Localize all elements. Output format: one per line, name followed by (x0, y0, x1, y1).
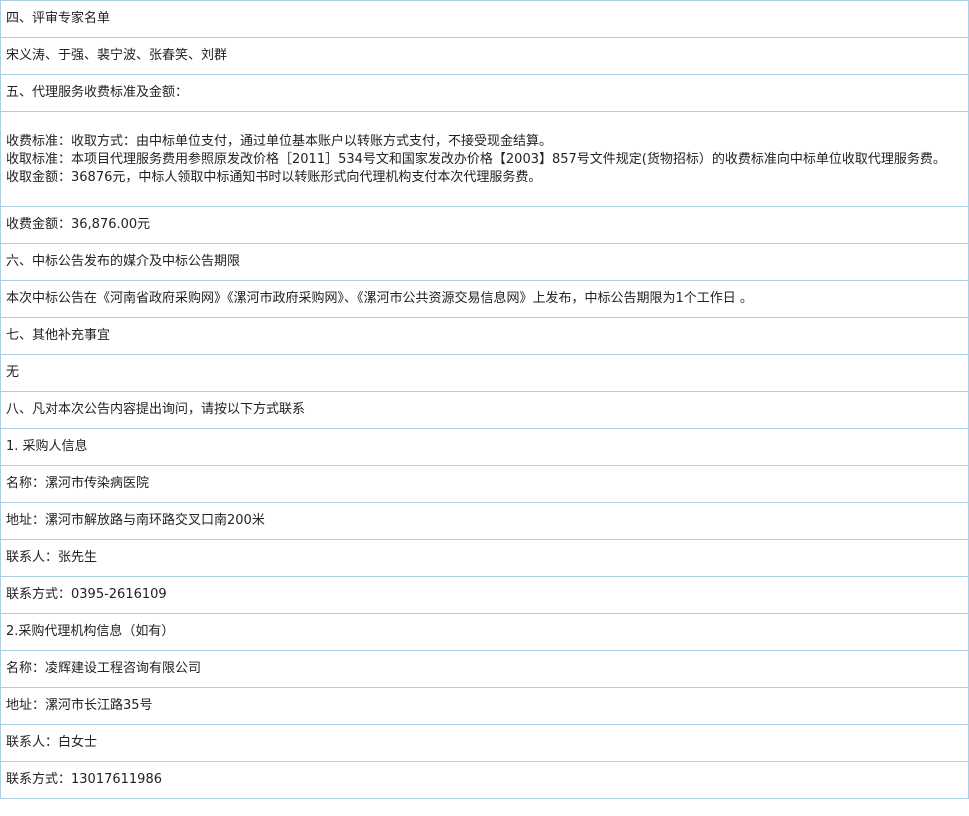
other-matters-text: 无 (0, 354, 969, 392)
review-experts-list: 宋义涛、于强、裴宁波、张春笑、刘群 (0, 37, 969, 75)
agency-fee-heading: 五、代理服务收费标准及金额： (0, 74, 969, 112)
row-text: 无 (6, 365, 20, 380)
agency-contact-person: 联系人：白女士 (0, 724, 969, 762)
row-text: 本次中标公告在《河南省政府采购网》《漯河市政府采购网》、《漯河市公共资源交易信息… (6, 291, 753, 306)
table-row: 名称：漯河市传染病医院 (0, 465, 969, 503)
row-text: 地址：漯河市解放路与南环路交叉口南200米 (6, 513, 265, 528)
row-text: 宋义涛、于强、裴宁波、张春笑、刘群 (6, 48, 228, 63)
row-text: 联系方式：13017611986 (6, 772, 162, 787)
row-text: 名称：漯河市传染病医院 (6, 476, 150, 491)
row-text: 六、中标公告发布的媒介及中标公告期限 (6, 254, 241, 269)
table-row: 收费标准：收取方式：由中标单位支付，通过单位基本账户以转账方式支付，不接受现金结… (0, 111, 969, 207)
row-text: 联系方式：0395-2616109 (6, 587, 167, 602)
row-text: 联系人：张先生 (6, 550, 98, 565)
table-row: 五、代理服务收费标准及金额： (0, 74, 969, 112)
table-row: 地址：漯河市解放路与南环路交叉口南200米 (0, 502, 969, 540)
table-row: 八、凡对本次公告内容提出询问，请按以下方式联系 (0, 391, 969, 429)
table-row: 六、中标公告发布的媒介及中标公告期限 (0, 243, 969, 281)
fee-standard-text: 收取标准：本项目代理服务费用参照原发改价格［2011］534号文和国家发改办价格… (6, 152, 946, 167)
row-text: 名称：凌辉建设工程咨询有限公司 (6, 661, 202, 676)
row-text: 1. 采购人信息 (6, 439, 88, 454)
table-row: 联系人：张先生 (0, 539, 969, 577)
table-row: 2.采购代理机构信息（如有） (0, 613, 969, 651)
purchaser-address: 地址：漯河市解放路与南环路交叉口南200米 (0, 502, 969, 540)
purchaser-contact-person: 联系人：张先生 (0, 539, 969, 577)
row-text: 八、凡对本次公告内容提出询问，请按以下方式联系 (6, 402, 306, 417)
table-row: 联系方式：0395-2616109 (0, 576, 969, 614)
table-row: 收费金额：36,876.00元 (0, 206, 969, 244)
agency-name: 名称：凌辉建设工程咨询有限公司 (0, 650, 969, 688)
row-text: 地址：漯河市长江路35号 (6, 698, 153, 713)
table-row: 四、评审专家名单 (0, 0, 969, 38)
row-text: 联系人：白女士 (6, 735, 98, 750)
row-text: 收费金额：36,876.00元 (6, 217, 151, 232)
review-experts-heading: 四、评审专家名单 (0, 0, 969, 38)
agency-fee-details: 收费标准：收取方式：由中标单位支付，通过单位基本账户以转账方式支付，不接受现金结… (0, 111, 969, 207)
media-period-heading: 六、中标公告发布的媒介及中标公告期限 (0, 243, 969, 281)
agency-phone: 联系方式：13017611986 (0, 761, 969, 799)
fee-collection-text: 收取金额：36876元，中标人领取中标通知书时以转账形式向代理机构支付本次代理服… (6, 170, 542, 185)
fee-amount: 收费金额：36,876.00元 (0, 206, 969, 244)
agency-address: 地址：漯河市长江路35号 (0, 687, 969, 725)
table-row: 本次中标公告在《河南省政府采购网》《漯河市政府采购网》、《漯河市公共资源交易信息… (0, 280, 969, 318)
row-text: 2.采购代理机构信息（如有） (6, 624, 175, 639)
announcement-table: 四、评审专家名单 宋义涛、于强、裴宁波、张春笑、刘群 五、代理服务收费标准及金额… (0, 0, 969, 799)
row-text: 四、评审专家名单 (6, 11, 111, 26)
agency-heading: 2.采购代理机构信息（如有） (0, 613, 969, 651)
table-row: 宋义涛、于强、裴宁波、张春笑、刘群 (0, 37, 969, 75)
purchaser-heading: 1. 采购人信息 (0, 428, 969, 466)
purchaser-name: 名称：漯河市传染病医院 (0, 465, 969, 503)
table-row: 地址：漯河市长江路35号 (0, 687, 969, 725)
purchaser-phone: 联系方式：0395-2616109 (0, 576, 969, 614)
row-text: 七、其他补充事宜 (6, 328, 111, 343)
row-text: 五、代理服务收费标准及金额： (6, 85, 189, 100)
table-row: 名称：凌辉建设工程咨询有限公司 (0, 650, 969, 688)
fee-method-text: 收费标准：收取方式：由中标单位支付，通过单位基本账户以转账方式支付，不接受现金结… (6, 134, 553, 149)
table-row: 联系方式：13017611986 (0, 761, 969, 799)
table-row: 无 (0, 354, 969, 392)
table-row: 七、其他补充事宜 (0, 317, 969, 355)
other-matters-heading: 七、其他补充事宜 (0, 317, 969, 355)
media-period-text: 本次中标公告在《河南省政府采购网》《漯河市政府采购网》、《漯河市公共资源交易信息… (0, 280, 969, 318)
table-row: 联系人：白女士 (0, 724, 969, 762)
contact-heading: 八、凡对本次公告内容提出询问，请按以下方式联系 (0, 391, 969, 429)
table-row: 1. 采购人信息 (0, 428, 969, 466)
